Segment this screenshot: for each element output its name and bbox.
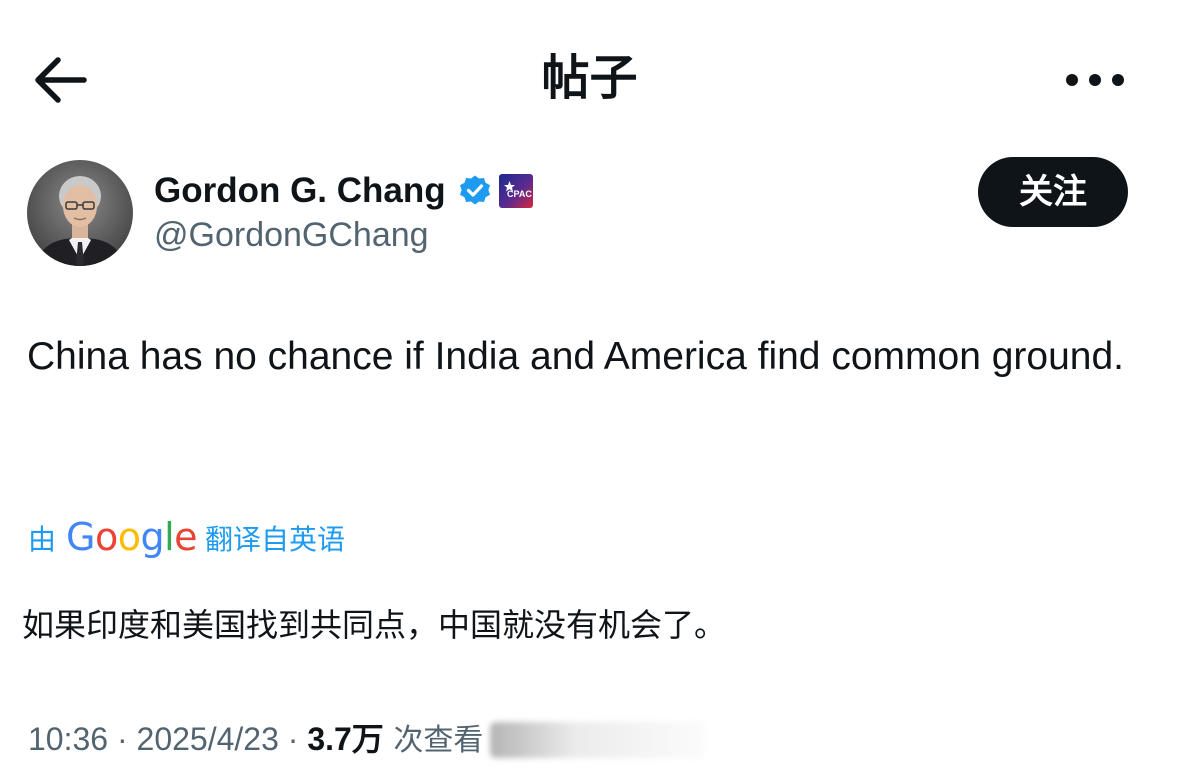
views-count[interactable]: 3.7万 xyxy=(307,721,384,757)
arrow-left-icon xyxy=(35,57,87,103)
author-handle[interactable]: @GordonGChang xyxy=(154,214,429,256)
translation-attribution[interactable]: 由 Google 翻译自英语 xyxy=(28,514,428,564)
verified-badge-icon xyxy=(460,175,490,205)
author-avatar[interactable] xyxy=(27,160,133,266)
google-logo: Google xyxy=(66,514,198,560)
translated-text: 如果印度和美国找到共同点，中国就没有机会了。 xyxy=(22,606,727,644)
tweet-date[interactable]: 2025/4/23 xyxy=(137,721,279,757)
top-bar: 帖子 xyxy=(0,0,1179,150)
more-horizontal-icon xyxy=(1066,74,1124,86)
google-logo-text: Google xyxy=(66,515,198,559)
cpac-badge-icon: CPAC xyxy=(499,174,533,208)
meta-separator: · xyxy=(278,721,308,757)
tweet-text: China has no chance if India and America… xyxy=(27,335,1124,378)
svg-text:CPAC: CPAC xyxy=(507,189,532,199)
views-label: 次查看 xyxy=(383,723,484,758)
more-options-button[interactable] xyxy=(1062,60,1128,100)
tweet-meta: 10:36 · 2025/4/23 · 3.7万 次查看 xyxy=(28,716,483,762)
translation-by-label: 由 xyxy=(28,523,57,556)
tweet-time[interactable]: 10:36 xyxy=(28,721,108,757)
watermark-overlay xyxy=(490,722,705,758)
back-button[interactable] xyxy=(30,52,90,108)
translation-source-label: 翻译自英语 xyxy=(205,523,346,556)
follow-button[interactable]: 关注 xyxy=(978,157,1128,227)
author-display-name[interactable]: Gordon G. Chang xyxy=(154,170,446,212)
meta-separator: · xyxy=(108,721,137,757)
avatar-image xyxy=(27,160,133,266)
page-title: 帖子 xyxy=(541,50,638,106)
